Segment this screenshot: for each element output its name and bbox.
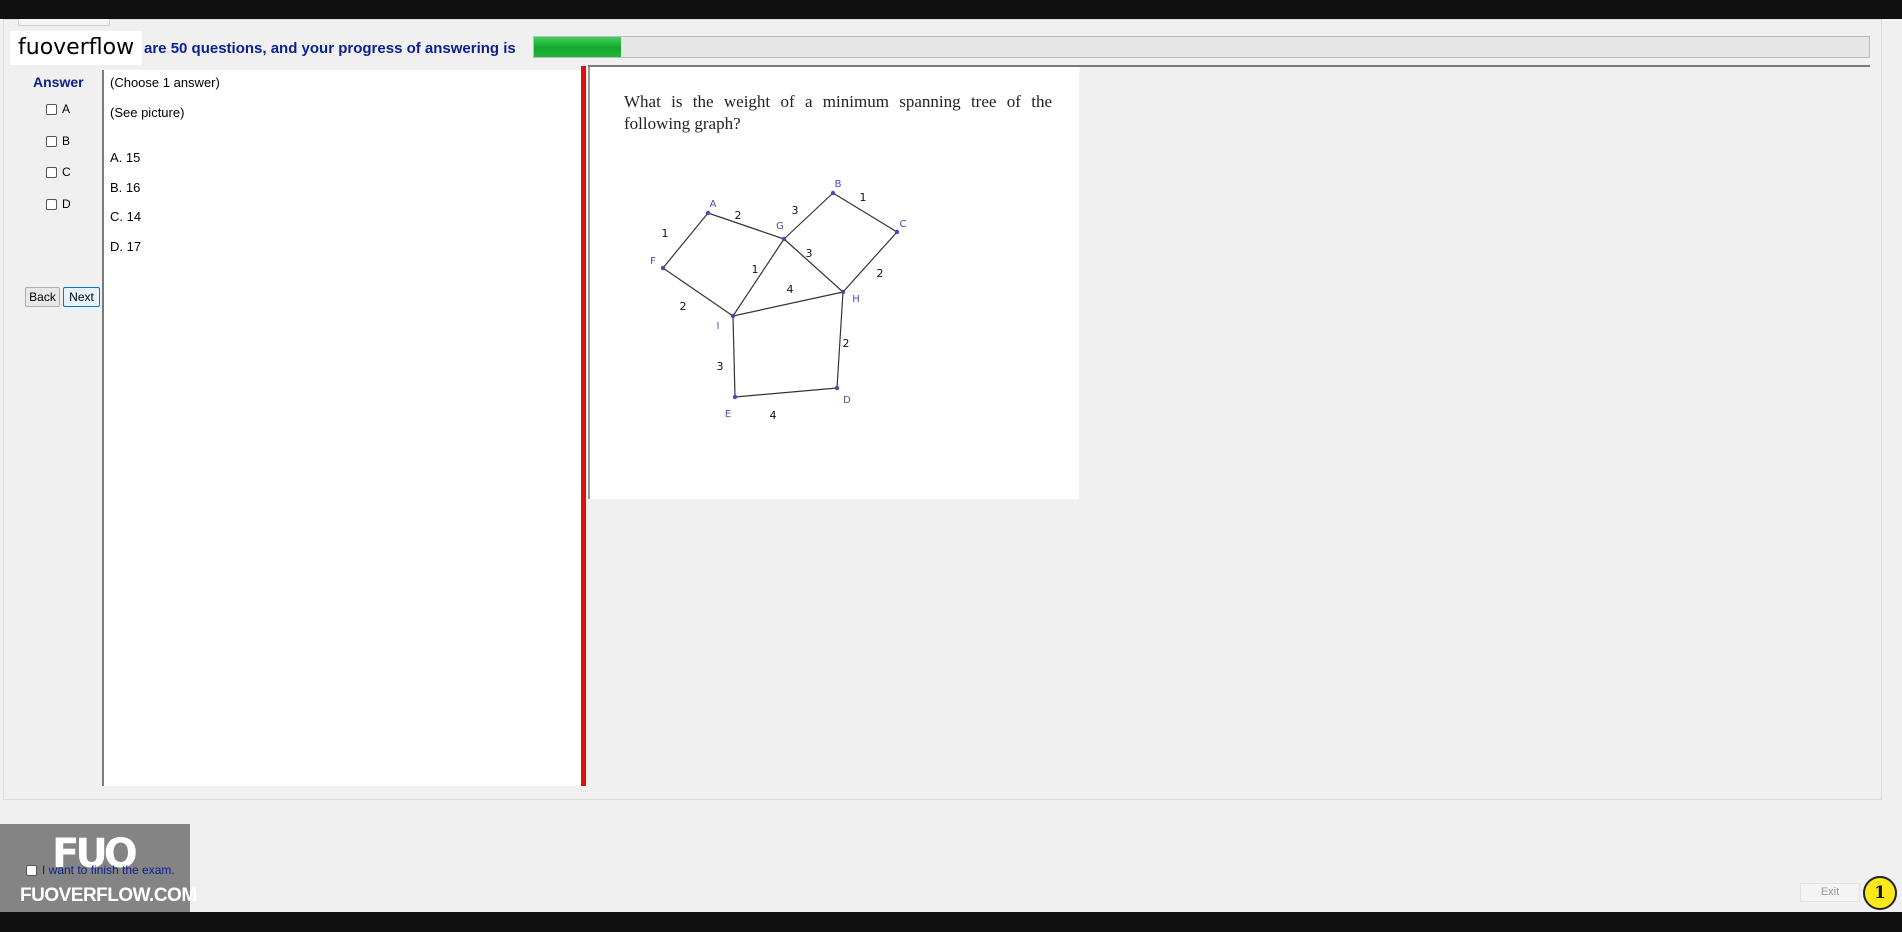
answer-heading: Answer [33, 74, 84, 90]
top-tab-stub [18, 19, 110, 26]
vertex-D [834, 385, 840, 391]
checkbox-c[interactable] [46, 166, 57, 178]
edge-FA [662, 212, 709, 269]
question-note: (See picture) [110, 105, 185, 120]
vertex-C [894, 229, 900, 235]
checkbox-d[interactable] [46, 198, 57, 210]
vertex-label-E: E [725, 409, 731, 420]
checkbox-a[interactable] [46, 103, 57, 115]
vertex-label-H: H [852, 294, 860, 305]
progress-bar-fill [534, 37, 621, 57]
answer-option-label: C [62, 165, 71, 179]
progress-bar [533, 36, 1870, 58]
answer-option-b[interactable]: B [46, 134, 70, 148]
answer-option-c[interactable]: C [46, 165, 71, 179]
choice-b: B. 16 [110, 180, 141, 195]
site-label: fuoverflow [10, 31, 143, 65]
vertex-I [730, 313, 736, 319]
vertex-E [732, 394, 738, 400]
vertex-B [830, 190, 836, 196]
edge-ED [734, 387, 838, 398]
vertex-G [781, 236, 787, 242]
edge-CH [842, 231, 898, 293]
vertex-H [840, 289, 846, 295]
edge-weight-GI: 1 [752, 263, 759, 276]
choice-d: D. 17 [110, 239, 142, 254]
next-button[interactable]: Next [63, 287, 100, 307]
edge-weight-FA: 1 [662, 227, 669, 240]
question-panel: (Choose 1 answer) (See picture) A. 15 B.… [102, 70, 585, 786]
edge-GI [732, 238, 785, 317]
edge-weight-IE: 3 [717, 360, 724, 373]
back-button[interactable]: Back [25, 287, 60, 307]
answer-option-label: D [62, 197, 71, 211]
exam-window: fuoverflow are 50 questions, and your pr… [0, 19, 1902, 912]
edge-weight-ED: 4 [770, 409, 777, 422]
panel-splitter[interactable] [581, 66, 586, 786]
edge-weight-HD: 2 [843, 337, 850, 350]
finish-exam-option[interactable]: I want to finish the exam. [26, 863, 175, 877]
vertex-label-A: A [710, 199, 717, 210]
vertex-A [705, 210, 711, 216]
checkbox-b[interactable] [46, 135, 57, 147]
edge-weight-GB: 3 [792, 204, 799, 217]
question-image: What is the weight of a minimum spanning… [588, 67, 1079, 499]
edge-weight-CH: 2 [877, 267, 884, 280]
vertex-F [660, 265, 666, 271]
answer-option-d[interactable]: D [46, 197, 71, 211]
edge-weight-IH: 4 [787, 283, 794, 296]
vertex-label-C: C [900, 219, 907, 230]
vertex-label-D: D [843, 395, 851, 406]
edge-AG [707, 212, 785, 240]
answer-option-a[interactable]: A [46, 102, 70, 116]
edge-weight-FI: 2 [680, 300, 687, 313]
finish-label: I want to finish the exam. [42, 863, 175, 877]
vertex-label-I: I [717, 321, 720, 332]
vertex-label-G: G [776, 221, 784, 232]
edge-FI [662, 267, 734, 317]
question-instruction: (Choose 1 answer) [110, 75, 220, 90]
choice-a: A. 15 [110, 150, 141, 165]
vertex-label-B: B [835, 179, 842, 190]
edge-IE [732, 315, 736, 398]
exit-button[interactable]: Exit [1800, 883, 1860, 902]
answer-option-label: B [62, 134, 71, 148]
graph-diagram: 1 2 3 1 3 1 4 2 2 3 2 4 A B C D E F G H I [650, 179, 907, 422]
answer-column: Answer A B C D Back Next [22, 69, 102, 786]
progress-text: are 50 questions, and your progress of a… [144, 40, 516, 57]
edge-weight-GH: 3 [806, 247, 813, 260]
finish-checkbox[interactable] [26, 864, 37, 876]
choice-c: C. 14 [110, 209, 142, 224]
edge-weight-BC: 1 [860, 191, 867, 204]
vertex-label-F: F [650, 256, 656, 267]
notification-badge: 1 [1863, 876, 1897, 910]
edge-weight-AG: 2 [735, 209, 742, 222]
watermark-text: FUOVERFLOW.COM [20, 885, 197, 906]
answer-option-label: A [62, 102, 71, 116]
